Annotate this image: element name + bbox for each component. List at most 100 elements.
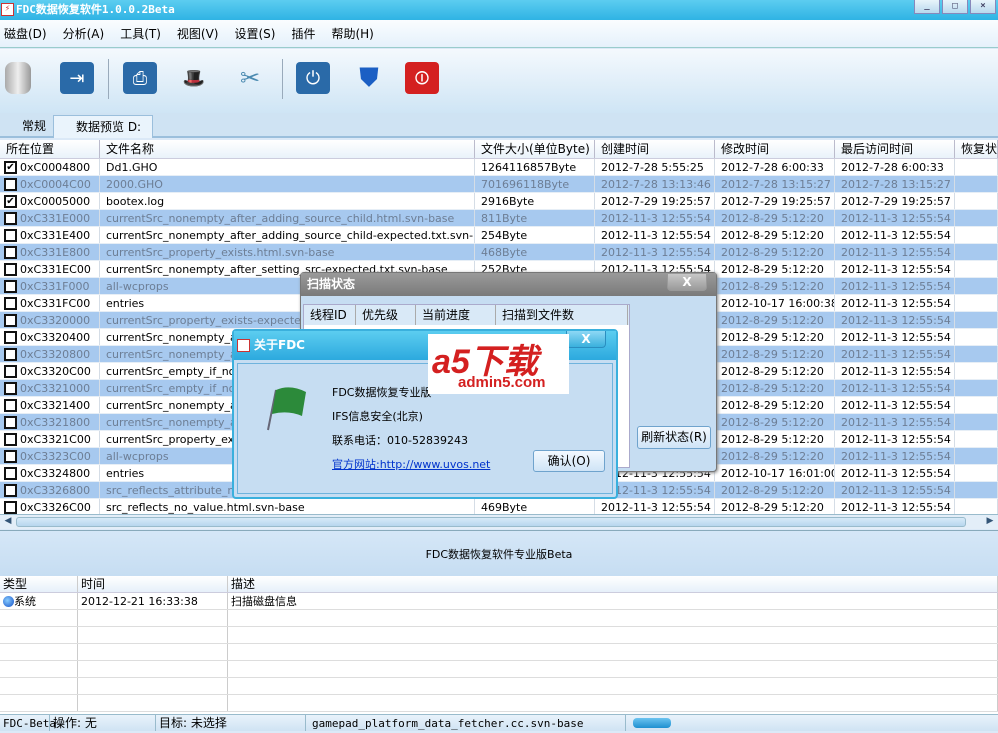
stop-icon[interactable]: ⏼ <box>405 62 439 94</box>
table-row[interactable]: 0xC3326C00 src_reflects_no_value.html.svn… <box>0 499 998 514</box>
row-checkbox[interactable] <box>4 296 17 310</box>
row-checkbox[interactable]: ✔ <box>4 194 17 208</box>
row-checkbox[interactable] <box>4 364 17 378</box>
cell-accessed: 2012-7-28 6:00:33 <box>835 159 955 175</box>
cell-accessed: 2012-11-3 12:55:54 <box>835 465 955 481</box>
row-checkbox[interactable] <box>4 398 17 412</box>
cell-accessed: 2012-11-3 12:55:54 <box>835 380 955 396</box>
scanner-icon[interactable]: ⎙ <box>123 62 157 94</box>
col-priority[interactable]: 优先级 <box>356 305 416 325</box>
cell-accessed: 2012-11-3 12:55:54 <box>835 210 955 226</box>
cell-size: 1264116857Byte <box>475 159 595 175</box>
menu-help[interactable]: 帮助(H) <box>331 25 373 42</box>
row-checkbox[interactable] <box>4 500 17 514</box>
table-row[interactable]: 0xC331E000 currentSrc_nonempty_after_addi… <box>0 210 998 227</box>
col-progress[interactable]: 当前进度 <box>416 305 496 325</box>
cell-accessed: 2012-11-3 12:55:54 <box>835 312 955 328</box>
table-row[interactable]: 0xC331E400 currentSrc_nonempty_after_addi… <box>0 227 998 244</box>
menu-settings[interactable]: 设置(S) <box>234 25 275 42</box>
cell-location: 0xC3320000 <box>20 313 91 327</box>
row-checkbox[interactable] <box>4 466 17 480</box>
close-button[interactable]: × <box>970 0 996 14</box>
table-row[interactable]: ✔ 0xC0004800 Dd1.GHO 1264116857Byte 2012-7-2… <box>0 159 998 176</box>
row-checkbox[interactable] <box>4 313 17 327</box>
minimize-button[interactable]: _ <box>914 0 940 14</box>
magic-hat-icon[interactable]: 🎩 <box>177 62 211 94</box>
scroll-right-icon[interactable]: ▶ <box>983 516 997 528</box>
cell-accessed: 2012-11-3 12:55:54 <box>835 261 955 277</box>
row-checkbox[interactable] <box>4 245 17 259</box>
tab-data-preview[interactable]: 数据预览 D: <box>53 115 153 138</box>
log-col-type[interactable]: 类型 <box>0 576 78 592</box>
cell-recovery-status <box>955 227 998 243</box>
power-icon[interactable]: ⏻ <box>296 62 330 94</box>
cell-location: 0xC3326800 <box>20 483 91 497</box>
row-checkbox[interactable] <box>4 228 17 242</box>
status-operation: 操作: 无 <box>50 715 156 731</box>
col-files-found[interactable]: 扫描到文件数 <box>496 305 628 325</box>
menu-plugins[interactable]: 插件 <box>291 25 315 42</box>
row-checkbox[interactable] <box>4 279 17 293</box>
cell-modified: 2012-8-29 5:12:20 <box>715 329 835 345</box>
table-row[interactable]: 0xC331E800 currentSrc_property_exists.htm… <box>0 244 998 261</box>
log-col-desc[interactable]: 描述 <box>228 576 998 592</box>
col-location[interactable]: 所在位置 <box>0 140 100 158</box>
row-checkbox[interactable] <box>4 330 17 344</box>
watermark-logo: a5下载 admin5.com <box>428 334 569 394</box>
arrow-right-icon[interactable]: ⇥ <box>60 62 94 94</box>
cell-accessed: 2012-11-3 12:55:54 <box>835 346 955 362</box>
col-thread-id[interactable]: 线程ID <box>304 305 356 325</box>
col-recovery-status[interactable]: 恢复状态 <box>955 140 998 158</box>
log-col-time[interactable]: 时间 <box>78 576 228 592</box>
row-checkbox[interactable] <box>4 381 17 395</box>
table-row[interactable]: ✔ 0xC0005000 bootex.log 2916Byte 2012-7-29 1… <box>0 193 998 210</box>
col-accessed[interactable]: 最后访问时间 <box>835 140 955 158</box>
menu-bar: 磁盘(D) 分析(A) 工具(T) 视图(V) 设置(S) 插件 帮助(H) <box>0 20 998 48</box>
menu-view[interactable]: 视图(V) <box>177 25 219 42</box>
menu-tools[interactable]: 工具(T) <box>120 25 161 42</box>
tab-general[interactable]: 常规 <box>0 115 52 138</box>
cell-recovery-status <box>955 431 998 447</box>
shield-icon[interactable]: ⛊ <box>352 62 386 94</box>
scroll-left-icon[interactable]: ◀ <box>1 516 15 528</box>
row-checkbox[interactable] <box>4 262 17 276</box>
cell-created: 2012-7-28 5:55:25 <box>595 159 715 175</box>
cell-modified: 2012-8-29 5:12:20 <box>715 448 835 464</box>
cell-size: 811Byte <box>475 210 595 226</box>
scan-dialog-close-button[interactable]: X <box>667 274 707 291</box>
cell-created: 2012-11-3 12:55:54 <box>595 210 715 226</box>
cell-recovery-status <box>955 465 998 481</box>
ok-button[interactable]: 确认(O) <box>533 450 605 472</box>
col-created[interactable]: 创建时间 <box>595 140 715 158</box>
cell-recovery-status <box>955 414 998 430</box>
scan-dialog-title: 扫描状态 <box>301 273 716 296</box>
maximize-button[interactable]: □ <box>942 0 968 14</box>
horizontal-scrollbar[interactable]: ◀ ▶ <box>0 514 998 529</box>
col-filename[interactable]: 文件名称 <box>100 140 475 158</box>
menu-disk[interactable]: 磁盘(D) <box>4 25 47 42</box>
watermark-small: admin5.com <box>458 374 546 391</box>
row-checkbox[interactable] <box>4 177 17 191</box>
scissors-icon[interactable]: ✂ <box>233 62 267 94</box>
scrollbar-thumb[interactable] <box>16 517 966 527</box>
about-dialog-close-button[interactable]: X <box>566 331 606 348</box>
log-row[interactable]: 系统 2012-12-21 16:33:38 扫描磁盘信息 <box>0 593 998 610</box>
row-checkbox[interactable] <box>4 347 17 361</box>
database-icon[interactable] <box>5 62 31 94</box>
col-modified[interactable]: 修改时间 <box>715 140 835 158</box>
row-checkbox[interactable] <box>4 432 17 446</box>
table-row[interactable]: 0xC0004C00 2000.GHO 701696118Byte 2012-7-28… <box>0 176 998 193</box>
row-checkbox[interactable] <box>4 211 17 225</box>
cell-accessed: 2012-11-3 12:55:54 <box>835 482 955 498</box>
cell-name: bootex.log <box>100 193 475 209</box>
col-size[interactable]: 文件大小(单位Byte) <box>475 140 595 158</box>
row-checkbox[interactable] <box>4 415 17 429</box>
cell-modified: 2012-8-29 5:12:20 <box>715 363 835 379</box>
row-checkbox[interactable] <box>4 449 17 463</box>
row-checkbox[interactable] <box>4 483 17 497</box>
menu-analyze[interactable]: 分析(A) <box>63 25 105 42</box>
row-checkbox[interactable]: ✔ <box>4 160 17 174</box>
refresh-status-button[interactable]: 刷新状态(R) <box>637 426 711 449</box>
website-link[interactable]: 官方网站:http://www.uvos.net <box>332 458 490 471</box>
cell-modified: 2012-7-28 6:00:33 <box>715 159 835 175</box>
